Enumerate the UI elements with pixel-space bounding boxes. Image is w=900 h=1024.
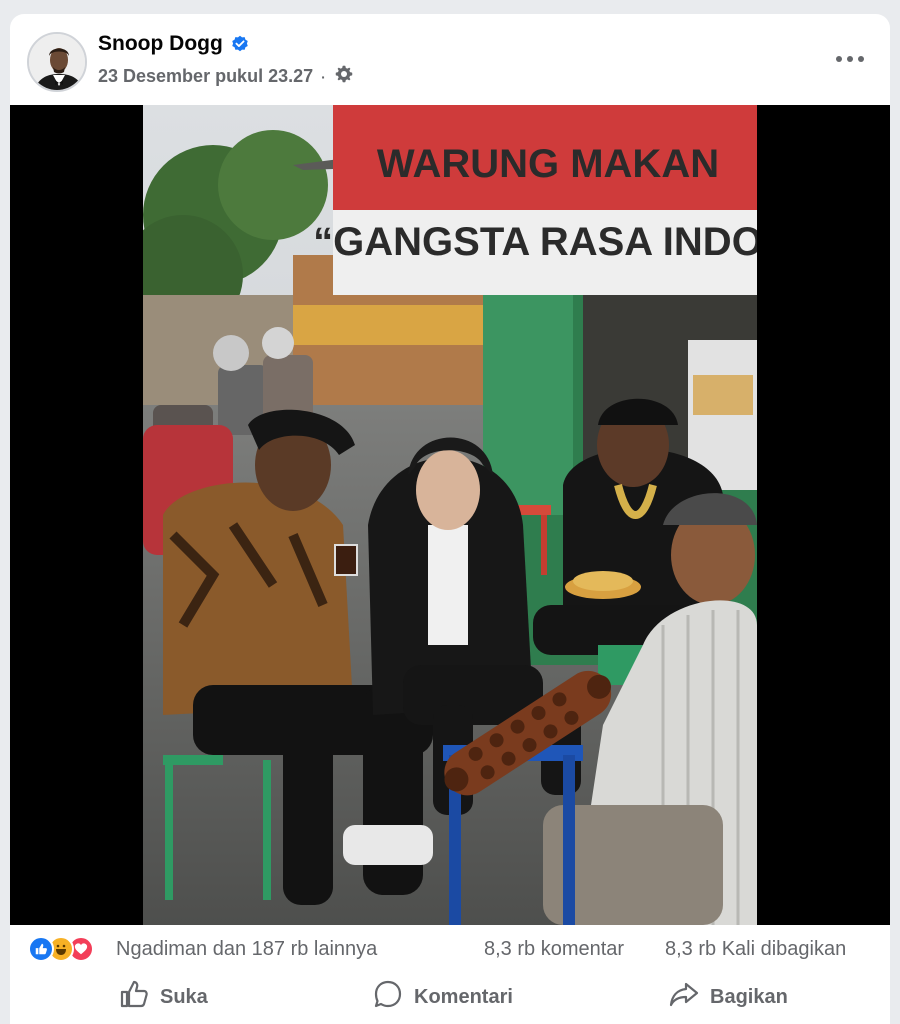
more-options-button[interactable] — [836, 50, 864, 68]
share-arrow-icon — [668, 978, 700, 1016]
comments-count[interactable]: 8,3 rb komentar — [484, 938, 624, 961]
more-dot — [847, 56, 853, 62]
gear-icon[interactable] — [334, 64, 354, 89]
post-header: Snoop Dogg 23 Desember pukul 23.27 · — [10, 14, 890, 104]
thumbs-up-icon — [118, 978, 150, 1016]
banner-line-2: “GANGSTA RASA INDO” — [313, 220, 757, 264]
comment-bubble-icon — [372, 978, 404, 1016]
verified-badge-icon — [231, 35, 249, 53]
like-label: Suka — [160, 985, 208, 1008]
post-card: Snoop Dogg 23 Desember pukul 23.27 · WAR… — [10, 14, 890, 1024]
comment-label: Komentari — [414, 985, 513, 1008]
post-timestamp[interactable]: 23 Desember pukul 23.27 — [98, 66, 313, 87]
share-button[interactable]: Bagikan — [668, 978, 788, 1016]
reaction-icons[interactable] — [28, 936, 94, 962]
meta-separator: · — [321, 68, 326, 85]
share-label: Bagikan — [710, 985, 788, 1008]
like-button[interactable]: Suka — [118, 978, 208, 1016]
banner-line-1: WARUNG MAKAN — [377, 142, 719, 186]
reactions-summary[interactable]: Ngadiman dan 187 rb lainnya — [116, 938, 377, 961]
more-dot — [836, 56, 842, 62]
post-media[interactable]: WARUNG MAKAN “GANGSTA RASA INDO” — [10, 105, 890, 925]
shares-count[interactable]: 8,3 rb Kali dibagikan — [665, 938, 846, 961]
post-actions: Suka Komentari Bagikan — [10, 976, 890, 1016]
post-photo[interactable]: WARUNG MAKAN “GANGSTA RASA INDO” — [143, 105, 757, 925]
comment-button[interactable]: Komentari — [372, 978, 513, 1016]
post-stats: Ngadiman dan 187 rb lainnya 8,3 rb komen… — [10, 930, 890, 970]
author-name[interactable]: Snoop Dogg — [98, 32, 223, 56]
author-avatar[interactable] — [27, 32, 87, 92]
more-dot — [858, 56, 864, 62]
like-reaction-icon — [28, 936, 54, 962]
